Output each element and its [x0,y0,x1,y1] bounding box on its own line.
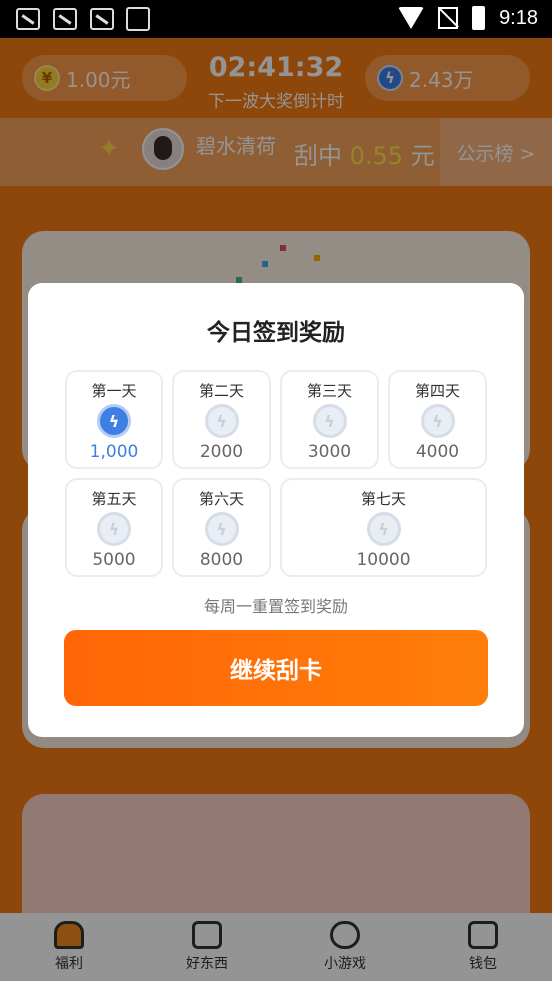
battery-icon [472,6,486,30]
bolt-coin-icon: ϟ [312,404,347,438]
bolt-coin-icon: ϟ [97,512,131,546]
day-label: 第五天 [91,490,137,508]
shopping-bag-icon [126,7,150,31]
notification-icon [53,8,77,30]
day-reward: 3000 [307,442,352,462]
checkin-day-2: 第二天 ϟ 2000 [172,370,271,469]
bolt-coin-icon: ϟ [366,512,401,546]
wifi-icon [398,7,425,29]
day-reward: 1,000 [89,442,139,462]
status-bar: 9:18 [0,0,552,38]
bolt-coin-icon: ϟ [204,512,239,546]
continue-scratch-button[interactable]: 继续刮卡 [64,630,488,706]
day-reward: 2000 [199,442,244,462]
checkin-day-3: 第三天 ϟ 3000 [280,370,379,469]
day-label: 第四天 [414,382,460,400]
day-label: 第二天 [198,382,244,400]
reset-note: 每周一重置签到奖励 [203,597,348,616]
notification-icon [90,8,114,30]
checkin-day-7: 第七天 ϟ 10000 [280,478,487,577]
checkin-day-1: 第一天 ϟ 1,000 [65,370,163,469]
bolt-coin-icon: ϟ [204,404,239,438]
status-time: 9:18 [499,6,538,29]
bolt-coin-icon: ϟ [97,404,131,438]
day-label: 第六天 [198,490,244,508]
day-reward: 4000 [415,442,460,462]
checkin-day-4: 第四天 ϟ 4000 [388,370,487,469]
day-reward: 8000 [199,550,244,570]
notification-icon [16,8,40,30]
day-label: 第三天 [306,382,352,400]
day-reward: 10000 [356,550,411,570]
no-signal-icon [438,7,459,29]
day-reward: 5000 [92,550,136,570]
dialog-title: 今日签到奖励 [207,320,345,346]
checkin-day-6: 第六天 ϟ 8000 [172,478,271,577]
day-label: 第一天 [91,382,137,400]
daily-checkin-dialog: 今日签到奖励 第一天 ϟ 1,000 第二天 ϟ 2000 第三天 ϟ 3000… [28,283,524,737]
checkin-day-5: 第五天 ϟ 5000 [65,478,163,577]
day-label: 第七天 [360,490,406,508]
bolt-coin-icon: ϟ [420,404,455,438]
